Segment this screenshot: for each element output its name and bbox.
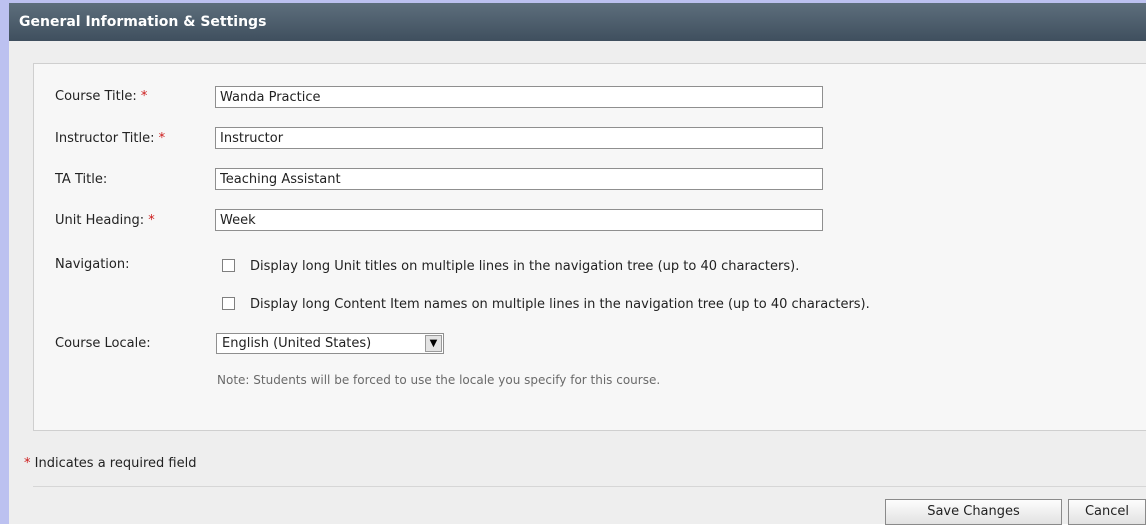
course-locale-label: Course Locale:: [55, 336, 151, 351]
section-title: General Information & Settings: [9, 3, 1146, 41]
instructor-title-input[interactable]: [215, 127, 823, 149]
locale-note: Note: Students will be forced to use the…: [217, 373, 661, 387]
navigation-label: Navigation:: [55, 257, 130, 272]
multiline-content-names-label: Display long Content Item names on multi…: [250, 297, 870, 312]
required-field-note-text: Indicates a required field: [34, 456, 197, 471]
unit-heading-label-text: Unit Heading:: [55, 213, 145, 228]
save-changes-button[interactable]: Save Changes: [885, 499, 1062, 525]
ta-title-input[interactable]: [215, 168, 823, 190]
footer-divider: [33, 486, 1146, 487]
course-title-label-text: Course Title:: [55, 89, 137, 104]
course-title-label: Course Title: *: [55, 89, 147, 104]
instructor-title-label: Instructor Title: *: [55, 131, 165, 146]
required-field-note: * Indicates a required field: [24, 456, 196, 471]
unit-heading-label: Unit Heading: *: [55, 213, 155, 228]
unit-heading-input[interactable]: [215, 209, 823, 231]
multiline-unit-titles-label: Display long Unit titles on multiple lin…: [250, 259, 800, 274]
multiline-unit-titles-checkbox[interactable]: [222, 259, 235, 272]
cancel-button[interactable]: Cancel: [1068, 499, 1146, 525]
required-marker: *: [24, 456, 31, 471]
ta-title-label-text: TA Title:: [55, 172, 108, 187]
required-marker: *: [140, 89, 148, 104]
required-marker: *: [158, 131, 166, 146]
course-locale-select[interactable]: English (United States) ▼: [216, 333, 444, 354]
ta-title-label: TA Title:: [55, 172, 107, 187]
multiline-content-names-checkbox[interactable]: [222, 297, 235, 310]
course-locale-value: English (United States): [222, 336, 372, 351]
course-title-input[interactable]: [215, 86, 823, 108]
required-marker: *: [148, 213, 155, 228]
dropdown-arrow-icon[interactable]: ▼: [425, 335, 442, 352]
instructor-title-label-text: Instructor Title:: [55, 131, 155, 146]
